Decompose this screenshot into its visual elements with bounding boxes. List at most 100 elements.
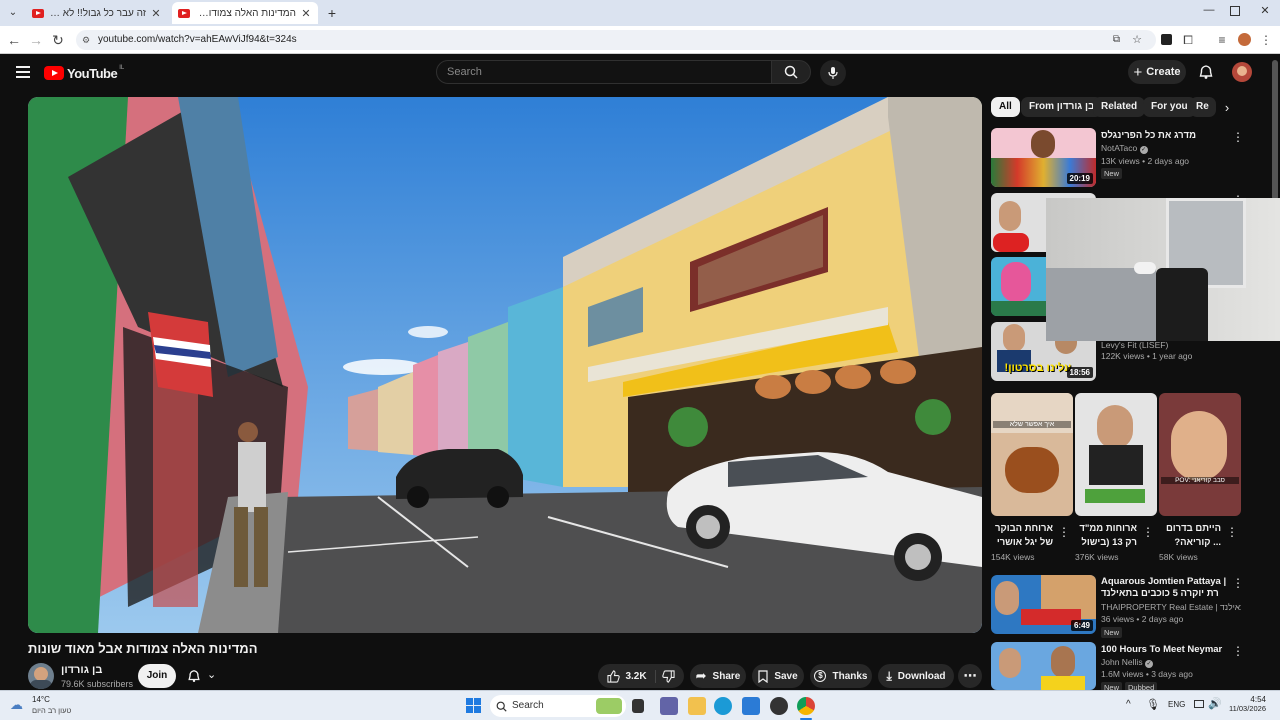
chip-all[interactable]: All [991,97,1020,117]
chip-from-channel[interactable]: From בן גורדון [1021,97,1103,117]
browser-tab-active[interactable]: המדינות האלה צמודות אבל ✕ [172,2,318,24]
task-view-icon[interactable] [632,699,644,713]
profile-avatar-icon[interactable] [1236,32,1252,48]
display-icon[interactable] [1194,700,1204,708]
extension-icon[interactable] [1158,32,1174,48]
share-button[interactable]: ➦ Share [690,664,746,688]
new-tab-button[interactable]: + [324,4,340,22]
bookmark-icon [758,669,768,683]
weather-widget[interactable]: ☁ 14°C טעון רב היום [10,695,100,717]
search-button[interactable] [771,60,811,84]
short-views: 154K views [991,552,1035,562]
short-thumbnail[interactable] [1075,393,1157,516]
microphone-tray-icon[interactable]: 🎙 [1146,698,1160,711]
more-options-icon[interactable]: ⋮ [1232,130,1244,144]
install-app-icon[interactable]: ⧉ [1113,30,1120,50]
browser-tab[interactable]: זה עבר כל גבול!! לא תשחק ✕ [26,2,168,24]
chip-recent[interactable]: Re [1190,97,1216,117]
thumbnail[interactable] [991,642,1096,690]
thanks-button[interactable]: $ Thanks [810,664,872,688]
site-info-icon[interactable]: ⚙ [82,30,90,50]
video-title[interactable]: מדרג את כל הפרינגלס [1101,130,1229,142]
like-button[interactable]: 3.2K [607,669,656,683]
chip-related[interactable]: Related [1093,97,1146,117]
back-icon[interactable]: ← [6,32,22,48]
more-options-icon[interactable]: ⋮ [1232,576,1244,590]
video-meta: 13K views • 2 days ago [1101,156,1190,166]
more-options-icon[interactable]: ⋮ [1232,644,1244,658]
media-control-icon[interactable]: ≡ [1214,32,1230,48]
close-icon[interactable]: ✕ [300,7,312,20]
channel-name: NotATaco ✓ [1101,143,1148,154]
volume-icon[interactable]: 🔊 [1208,697,1222,710]
chevron-right-icon[interactable]: › [1220,100,1234,116]
tab-list-icon[interactable]: ⌄ [6,6,20,20]
close-icon[interactable]: ✕ [150,7,162,20]
youtube-logo[interactable]: YouTube IL [44,64,124,82]
app-icon[interactable] [770,697,788,715]
taskbar: ☁ 14°C טעון רב היום Search ^ 🎙 ENG 🔊 4:5… [0,690,1280,720]
minimize-icon[interactable]: — [1202,4,1216,18]
channel-name: THAIPROPERTY Real Estate | נדל"ן בתאילנד [1101,602,1241,612]
reload-icon[interactable]: ↻ [50,32,66,48]
new-badge: New [1101,627,1123,638]
restore-icon[interactable] [1230,6,1240,16]
url-field[interactable]: ⚙ youtube.com/watch?v=ahEAwViJf94&t=324s… [76,30,1156,50]
puzzle-extensions-icon[interactable]: ⧠ [1180,32,1196,48]
photos-icon[interactable] [742,697,760,715]
bell-icon [188,670,200,683]
bookmark-star-icon[interactable]: ☆ [1132,30,1142,50]
more-options-icon[interactable]: ⋮ [1226,525,1238,539]
short-thumbnail[interactable]: איך אפשר שלא [991,393,1073,516]
hamburger-menu-icon[interactable] [16,66,30,78]
short-title[interactable]: ארוחות ממ"ד רק 13 (בישול [1075,522,1137,550]
chip-for-you[interactable]: For you [1143,97,1196,117]
clock-date: 11/03/2026 [1229,704,1266,713]
taskbar-search-box[interactable]: Search [490,695,626,717]
voice-search-button[interactable] [820,60,846,86]
more-icon: ⋯ [963,668,977,683]
thumbnail[interactable]: 20:19 [991,128,1096,187]
language-indicator[interactable]: ENG [1168,700,1185,709]
channel-name[interactable]: בן גורדון [61,664,102,676]
start-button[interactable] [466,698,482,714]
video-player[interactable] [28,97,982,633]
clock-time: 4:54 [1250,695,1266,704]
chrome-icon[interactable] [797,697,815,715]
edge-icon[interactable] [714,697,732,715]
search-input[interactable] [436,60,772,84]
download-label: Download [897,670,946,682]
scrollbar[interactable] [1272,60,1278,200]
forward-icon[interactable]: → [28,32,44,48]
join-button[interactable]: Join [138,664,176,688]
more-actions-button[interactable]: ⋯ [958,664,982,688]
weather-temp: 14°C [32,695,50,704]
chevron-up-icon[interactable]: ^ [1126,699,1131,710]
short-title[interactable]: ארוחת הבוקר של יגל אושרי [991,522,1053,550]
more-options-icon[interactable]: ⋮ [1058,525,1070,539]
clock[interactable]: 4:54 11/03/2026 [1222,695,1266,713]
download-button[interactable]: ⤓ Download [878,664,954,688]
notifications-bell-icon[interactable] [1198,64,1214,80]
channel-avatar[interactable] [28,663,54,689]
video-title: המדינות האלה צמודות אבל מאוד שונות [28,641,258,656]
thumbnail[interactable]: 6:49 [991,575,1096,634]
teams-icon[interactable] [660,697,678,715]
country-code: IL [119,65,125,71]
dislike-button[interactable] [661,669,675,683]
create-button[interactable]: + Create [1128,60,1186,84]
taskbar-search-label: Search [512,700,544,711]
account-avatar[interactable] [1232,62,1252,82]
window-close-icon[interactable]: ✕ [1258,4,1272,18]
video-title[interactable]: Aquarous Jomtien Pattaya | רת יוקרה 5 כו… [1101,576,1229,600]
picture-in-picture-window[interactable] [1046,198,1280,341]
subscription-bell-button[interactable]: ⌄ [183,664,225,688]
short-title[interactable]: הייתם בדרום ... קוריאה? אני [1159,522,1221,550]
more-options-icon[interactable]: ⋮ [1142,525,1154,539]
save-button[interactable]: Save [752,664,804,688]
verified-icon: ✓ [1144,660,1153,668]
short-thumbnail[interactable]: POV: סבב קוריאני [1159,393,1241,516]
file-explorer-icon[interactable] [688,697,706,715]
video-title[interactable]: 100 Hours To Meet Neymar [1101,644,1229,656]
browser-menu-icon[interactable]: ⋮ [1258,32,1274,48]
